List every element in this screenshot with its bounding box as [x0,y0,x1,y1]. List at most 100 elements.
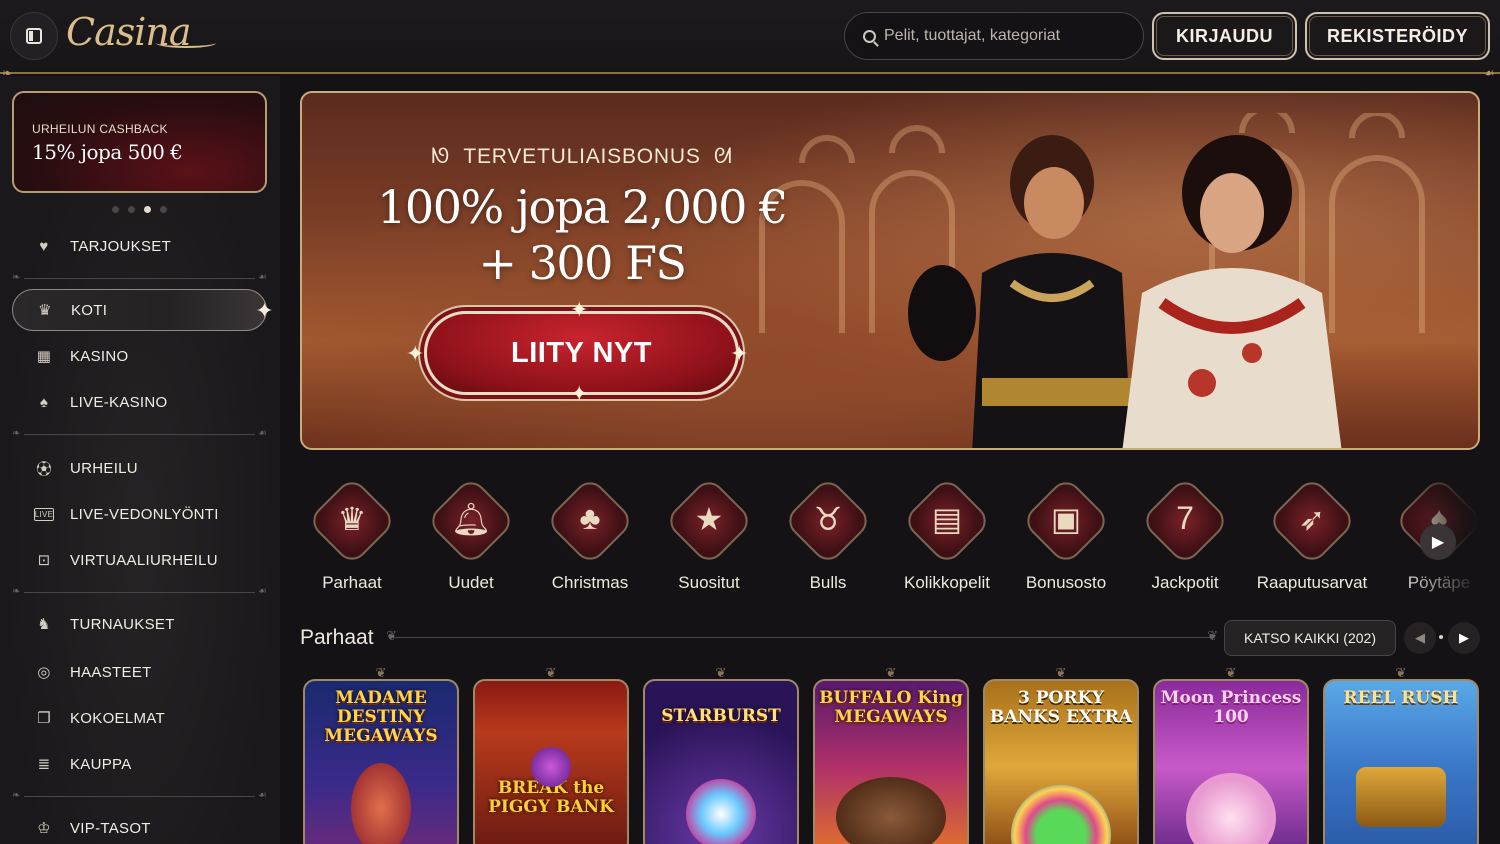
sidebar-item-urheilu[interactable]: ⚽︎ URHEILU [12,447,267,489]
top-header: Casina KIRJAUDU REKISTERÖIDY ❧ ☙ [0,0,1500,79]
category-kolikkopelit[interactable]: ▤ Kolikkopelit [892,476,1002,592]
collection-icon: ❐ [37,710,51,727]
search-input[interactable] [884,27,1124,45]
game-title: STARBURST [661,706,781,726]
category-christmas[interactable]: ♣ Christmas [535,476,645,592]
sidebar-item-label: LIVE-KASINO [70,393,168,411]
banner-headline: 100% jopa 2,000 € + 300 FS [302,179,862,291]
sparkle-icon: ✦ [255,298,274,323]
sidebar-item-label: KASINO [70,347,129,365]
sidebar-divider: ❧ ☙ [12,272,267,283]
slot-icon: ▦ [36,348,52,365]
chevron-right-icon: ▶ [1431,534,1445,551]
banner-kicker: ᘚ TERVETULIAISBONUS ᘛ [302,145,862,169]
game-art [351,763,411,844]
category-suositut[interactable]: ★ Suositut [654,476,764,592]
sidebar-item-tarjoukset[interactable]: ♥ TARJOUKSET [12,225,267,267]
bull-icon: ♉ [813,501,843,537]
category-raaputusarvat[interactable]: ➶ Raaputusarvat [1257,476,1367,592]
sidebar-item-label: TURNAUKSET [70,615,175,633]
welcome-bonus-banner[interactable]: ᘚ TERVETULIAISBONUS ᘛ 100% jopa 2,000 € … [300,91,1480,450]
category-label: Uudet [448,573,494,592]
sidebar-item-kauppa[interactable]: ≣ KAUPPA [12,743,267,785]
sidebar-item-label: LIVE-VEDONLYÖNTI [70,505,219,523]
coins-icon: ≣ [37,756,51,773]
pagination-dot [1439,635,1443,639]
game-title: Moon Princess 100 [1160,688,1302,727]
carousel-dot-active[interactable] [144,206,151,213]
category-bonusosto[interactable]: ▣ Bonusosto [1011,476,1121,592]
live-icon: LIVE [34,507,54,521]
ornament-right-icon: ᘛ [700,145,733,168]
game-card-reel-rush[interactable]: REEL RUSH [1323,679,1479,844]
chevron-right-icon: ▶ [1459,630,1469,645]
category-label: Parhaat [322,573,382,592]
carousel-dot[interactable] [160,206,167,213]
category-carousel: ♛ Parhaat 🔔︎ Uudet ♣ Christmas ★ Suositu… [300,476,1480,606]
category-uudet[interactable]: 🔔︎ Uudet [416,476,526,592]
search-box[interactable] [844,12,1144,60]
game-title: REEL RUSH [1343,688,1459,708]
game-art [686,779,756,844]
header-ornament-right: ☙ [1484,66,1495,80]
sidebar-item-live-vedonlyonti[interactable]: LIVE LIVE-VEDONLYÖNTI [12,493,267,535]
sidebar-item-live-kasino[interactable]: ♠ LIVE-KASINO [12,381,267,423]
sidebar-item-label: KAUPPA [70,755,132,773]
tournament-icon: ♞ [37,616,51,633]
games-prev-button[interactable]: ◀ [1404,622,1436,654]
sidebar-item-kasino[interactable]: ▦ KASINO [12,335,267,377]
sidebar-item-label: VIP-TASOT [70,819,151,837]
sidebar-item-vip-tasot[interactable]: ♔ VIP-TASOT [12,807,267,844]
category-label: Kolikkopelit [904,573,990,592]
promo-title: 15% jopa 500 € [32,140,183,164]
carousel-dot[interactable] [112,206,119,213]
category-bulls[interactable]: ♉ Bulls [773,476,883,592]
banner-headline-line1: 100% jopa 2,000 € [377,180,788,234]
register-button[interactable]: REKISTERÖIDY [1305,12,1490,60]
sidebar-toggle-button[interactable] [10,12,58,60]
casino-logo[interactable]: Casina [66,10,216,60]
star-icon: ★ [694,501,724,537]
sidebar-item-label: KOKOELMAT [70,709,165,727]
game-card-starburst[interactable]: STARBURST [643,679,799,844]
category-next-button[interactable]: ▶ [1420,524,1456,560]
game-card-madame-destiny[interactable]: MADAME DESTINY MEGAWAYS [303,679,459,844]
carousel-dot[interactable] [128,206,135,213]
section-divider [386,628,1218,644]
banner-headline-line2: + 300 FS [478,236,687,290]
sidebar-item-haasteet[interactable]: ◎ HAASTEET [12,651,267,693]
game-card-moon-princess[interactable]: Moon Princess 100 [1153,679,1309,844]
sparkle-icon: ✦ [570,381,589,406]
sparkle-icon: ✦ [570,297,589,322]
sidebar-item-label: HAASTEET [70,663,152,681]
sidebar-item-label: VIRTUAALIURHEILU [70,551,218,569]
soccer-ball-icon: ⚽︎ [36,460,52,478]
game-art [1356,767,1446,827]
sidebar-divider: ❧ ☙ [12,790,267,801]
category-label: Bonusosto [1025,573,1107,592]
games-next-button[interactable]: ▶ [1448,622,1480,654]
virtual-sports-icon: ⊡ [37,552,51,569]
category-label: Christmas [551,573,629,592]
sidebar-divider: ❧ ☙ [12,586,267,597]
category-jackpotit[interactable]: 7 Jackpotit [1130,476,1240,592]
category-parhaat[interactable]: ♛ Parhaat [300,476,407,592]
game-card-buffalo-king[interactable]: BUFFALO King MEGAWAYS [813,679,969,844]
sidebar-item-label: URHEILU [70,459,138,477]
category-label: Raaputusarvat [1256,573,1368,592]
see-all-button[interactable]: KATSO KAIKKI (202) [1224,620,1396,656]
sidebar-item-virtuaaliurheilu[interactable]: ⊡ VIRTUAALIURHEILU [12,539,267,581]
crown-icon: ♛ [337,501,367,537]
category-label: Bulls [809,573,847,592]
game-card-porky-banks[interactable]: 3 PORKY BANKS EXTRA [983,679,1139,844]
sidebar-item-turnaukset[interactable]: ♞ TURNAUKSET [12,603,267,645]
game-card-break-the-piggy-bank[interactable]: BREAK the PIGGY BANK [473,679,629,844]
sidebar-promo-card[interactable]: URHEILUN CASHBACK 15% jopa 500 € [12,91,267,193]
gift-icon: ♥ [39,237,49,255]
sidebar-item-koti[interactable]: ♛ KOTI ✦ [12,289,274,331]
game-art [1186,773,1276,844]
sidebar: URHEILUN CASHBACK 15% jopa 500 € ♥ TARJO… [0,76,280,844]
promo-pretitle: URHEILUN CASHBACK [32,122,168,136]
login-button[interactable]: KIRJAUDU [1152,12,1297,60]
sidebar-item-kokoelmat[interactable]: ❐ KOKOELMAT [12,697,267,739]
